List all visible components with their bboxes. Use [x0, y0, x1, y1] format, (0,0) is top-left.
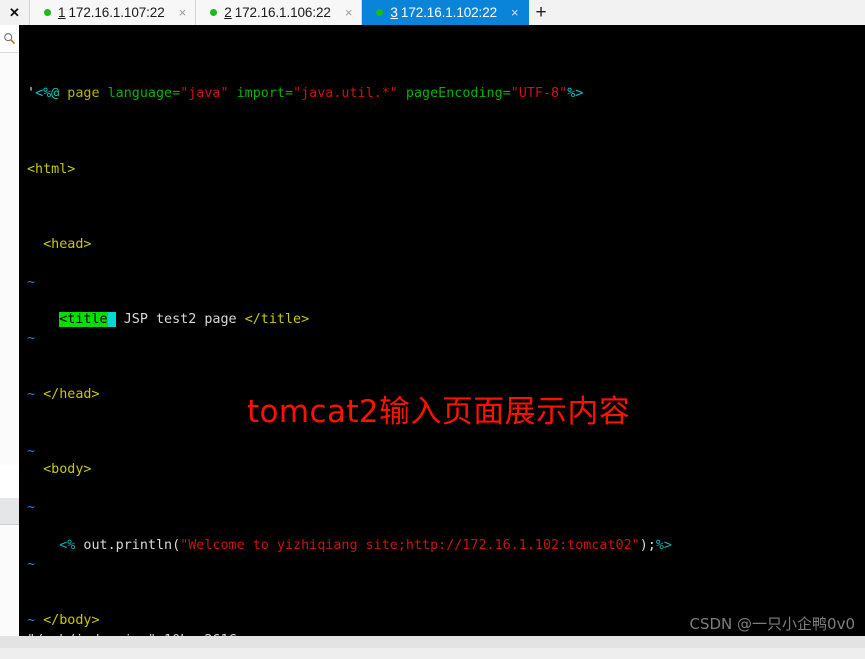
line1-value-import: "java.util.*": [293, 86, 398, 102]
new-tab-button[interactable]: +: [528, 0, 554, 25]
line1-attr-import: import=: [228, 86, 294, 102]
annotation-overlay-text: tomcat2输入页面展示内容: [247, 394, 631, 430]
tab-close-icon[interactable]: ×: [345, 6, 353, 19]
tab-index-label: 1: [58, 5, 66, 20]
tab-session-2[interactable]: 2 172.16.1.106:22 ×: [196, 0, 363, 25]
tilde-marker: ~: [27, 387, 36, 403]
line1-quote: ': [27, 86, 36, 102]
tilde-marker: ~: [27, 556, 36, 572]
line7-println-call: out.println(: [75, 537, 181, 553]
line1-jsp-open: <%@: [35, 86, 60, 102]
line1-value-encoding: "UTF-8": [510, 86, 568, 102]
connection-status-dot: [210, 9, 218, 16]
code-line-2: <html>: [27, 161, 672, 180]
code-line-6: <body>: [27, 461, 672, 480]
tilde-marker: ~: [27, 274, 36, 290]
code-line-3: <head>: [27, 236, 672, 255]
tab-bar: ✕ 1 172.16.1.107:22 × 2 172.16.1.106:22 …: [0, 0, 865, 25]
tab-close-icon[interactable]: ×: [179, 6, 187, 19]
line1-attr-encoding: pageEncoding=: [397, 86, 511, 102]
tab-session-3[interactable]: 3 172.16.1.102:22 ×: [362, 0, 529, 25]
tab-host-label: 172.16.1.107:22: [68, 5, 165, 20]
tilde-marker: ~: [27, 500, 36, 516]
line1-jsp-close: %>: [567, 86, 584, 102]
window-close-button[interactable]: ✕: [0, 0, 29, 25]
connection-status-dot: [44, 9, 51, 16]
tilde-marker: ~: [27, 612, 36, 628]
rdp-terminal-window: ✕ 1 172.16.1.107:22 × 2 172.16.1.106:22 …: [0, 0, 865, 659]
line7-call-tail: );: [639, 537, 656, 553]
search-icon[interactable]: [0, 25, 19, 53]
code-line-1: '<%@ page language="java" import="java.u…: [27, 85, 672, 104]
window-bottom-strip-inner: [0, 636, 865, 648]
tab-close-icon[interactable]: ×: [511, 6, 519, 19]
line4-block-cursor: >: [107, 311, 116, 327]
line7-scriptlet-close: %>: [655, 537, 672, 553]
tilde-marker: ~: [27, 443, 36, 459]
code-line-4: <title> JSP test2 page </title>: [27, 311, 672, 330]
line4-title-close-tag: </title>: [244, 311, 310, 327]
terminal-screen[interactable]: '<%@ page language="java" import="java.u…: [19, 25, 865, 636]
line1-attr-language: language=: [107, 86, 181, 102]
connection-status-dot: [376, 9, 384, 16]
tab-session-1[interactable]: 1 172.16.1.107:22 ×: [29, 0, 197, 25]
left-sidebar: [0, 25, 20, 659]
line1-page-keyword: page: [59, 86, 108, 102]
tilde-marker: ~: [27, 330, 36, 346]
tab-host-label: 172.16.1.106:22: [234, 5, 331, 20]
tab-index-label: 2: [224, 5, 232, 20]
tab-host-label: 172.16.1.102:22: [400, 5, 498, 20]
tab-index-label: 3: [390, 5, 398, 20]
sidebar-panel-blank: [0, 465, 19, 499]
sidebar-panel-selected[interactable]: [0, 498, 19, 525]
code-line-7: <% out.println("Welcome to yizhiqiang si…: [27, 537, 672, 556]
line4-title-text: JSP test2 page: [115, 311, 245, 327]
vim-empty-line-markers: ~ ~ ~ ~ ~ ~ ~ ~ ~ ~ ~ ~ ~ ~ ~ ~ ~ ~ ~ ~ …: [27, 236, 75, 636]
csdn-watermark: CSDN @一只小企鸭0v0: [689, 615, 856, 634]
code-line-8: </body>: [27, 612, 672, 631]
vim-buffer-code: '<%@ page language="java" import="java.u…: [27, 29, 672, 636]
line2-html-open-tag: <html>: [27, 161, 76, 177]
line1-value-language: "java": [180, 86, 229, 102]
window-bottom-strip: [0, 636, 865, 659]
line7-welcome-string: "Welcome to yizhiqiang site;http://172.1…: [180, 537, 640, 553]
